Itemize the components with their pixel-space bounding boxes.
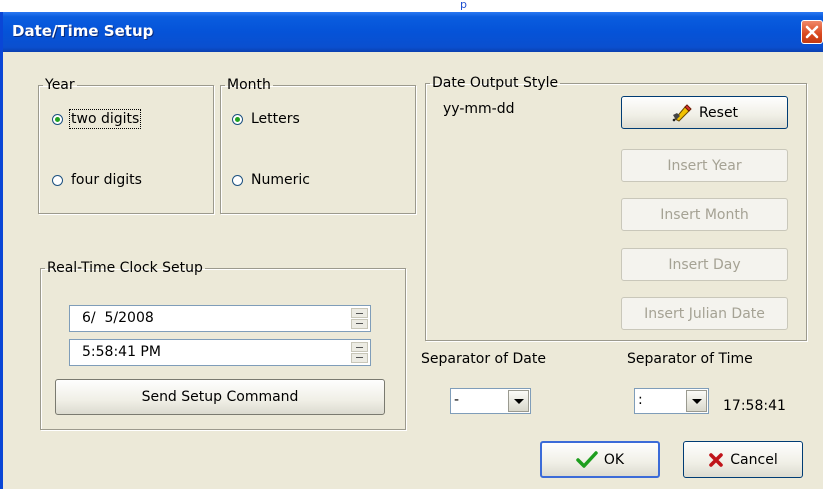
window-title: Date/Time Setup [12,22,154,40]
spin-down-icon[interactable] [351,319,368,329]
radio-unselected-icon [232,174,243,186]
year-two-digits-label: two digits [68,109,142,129]
month-letters-radio[interactable]: Letters [232,111,300,127]
year-two-digits-radio[interactable]: two digits [52,109,142,129]
radio-selected-icon [52,113,63,125]
time-spinner[interactable] [351,342,368,363]
insert-day-label: Insert Day [668,256,741,273]
date-output-style-legend: Date Output Style [432,75,559,91]
reset-label: Reset [698,104,739,121]
insert-month-button[interactable]: Insert Month [621,198,788,231]
date-separator-select[interactable]: - [450,388,531,414]
time-picker-value: 5:58:41 PM [82,344,161,360]
date-format-value: yy-mm-dd [443,101,515,117]
insert-julian-date-label: Insert Julian Date [644,305,765,322]
close-icon [805,25,819,39]
insert-julian-date-button[interactable]: Insert Julian Date [621,297,788,330]
cancel-label: Cancel [730,451,778,468]
date-picker[interactable]: 6/ 5/2008 [69,305,371,332]
insert-day-button[interactable]: Insert Day [621,248,788,281]
month-group-legend: Month [227,77,271,93]
spin-up-icon[interactable] [351,342,368,352]
insert-year-button[interactable]: Insert Year [621,149,788,182]
current-clock-readout: 17:58:41 [723,398,786,414]
year-four-digits-label: four digits [71,172,142,188]
check-icon [576,450,598,468]
close-button[interactable] [801,20,823,44]
real-time-clock-legend: Real-Time Clock Setup [47,260,203,276]
radio-selected-icon [232,113,243,125]
reset-button[interactable]: Reset [621,96,788,129]
year-group: Year [38,77,214,214]
year-group-legend: Year [45,77,75,93]
month-numeric-radio[interactable]: Numeric [232,172,310,188]
time-separator-select[interactable]: : [634,388,709,414]
month-letters-label: Letters [251,111,300,127]
date-picker-value: 6/ 5/2008 [82,310,154,326]
date-separator-label: Separator of Date [421,351,546,367]
radio-unselected-icon [52,174,63,186]
date-separator-value: - [454,392,460,408]
cancel-button[interactable]: Cancel [683,441,803,478]
ok-button[interactable]: OK [540,441,660,478]
dialog-window: Date/Time Setup Year two digits four dig… [0,12,823,489]
time-picker[interactable]: 5:58:41 PM [69,339,371,366]
time-separator-label: Separator of Time [627,351,753,367]
send-setup-command-label: Send Setup Command [141,389,299,405]
insert-month-label: Insert Month [660,206,749,223]
title-bar[interactable]: Date/Time Setup [3,12,823,52]
chevron-down-icon[interactable] [508,390,529,412]
date-spinner[interactable] [351,308,368,329]
ok-label: OK [603,451,625,468]
year-four-digits-radio[interactable]: four digits [52,172,142,188]
background-caption: p [460,0,467,10]
send-setup-command-button[interactable]: Send Setup Command [55,379,385,415]
spin-down-icon[interactable] [351,353,368,363]
month-numeric-label: Numeric [251,172,310,188]
month-group: Month [220,77,416,214]
cancel-x-icon [709,452,724,467]
chevron-down-icon[interactable] [686,390,707,412]
time-separator-value: : [638,392,643,408]
insert-year-label: Insert Year [667,157,742,174]
spin-up-icon[interactable] [351,308,368,318]
eraser-pencil-icon [672,103,692,122]
